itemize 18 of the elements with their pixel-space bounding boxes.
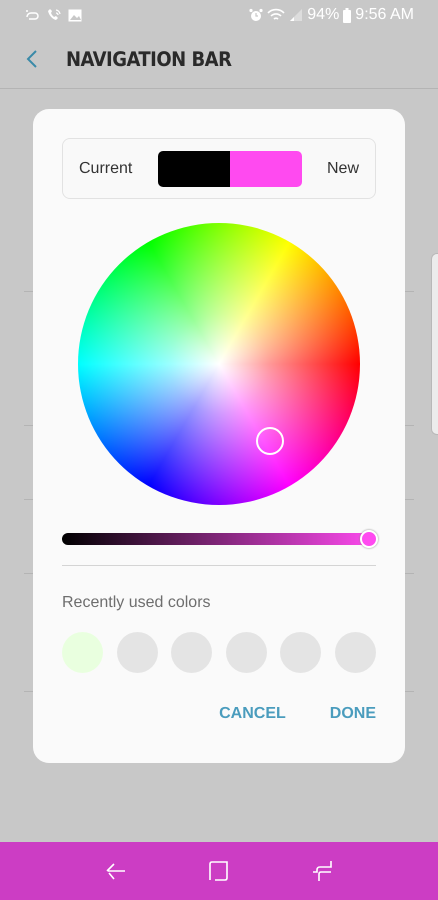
color-selector-handle[interactable] [256,427,284,455]
recent-color-swatch[interactable] [62,632,103,673]
new-label: New [326,160,359,178]
chevron-icon [26,49,38,69]
recents-icon[interactable] [208,860,230,882]
wifi-call-icon [46,8,62,22]
battery-icon [343,8,352,22]
dialog-button[interactable]: DONE [330,705,376,723]
signal-icon [289,8,304,22]
image-icon [68,8,82,22]
page-title: NAVIGATION BAR [66,47,232,71]
wifi-icon [267,8,286,22]
edge-panel-handle[interactable] [431,253,438,435]
recent-colors-heading: Recently used colors [62,594,212,612]
alarm-icon [249,8,264,22]
brightness-slider[interactable] [62,533,376,545]
dialog-button[interactable]: CANCEL [219,705,286,723]
current-label: Current [79,160,132,178]
